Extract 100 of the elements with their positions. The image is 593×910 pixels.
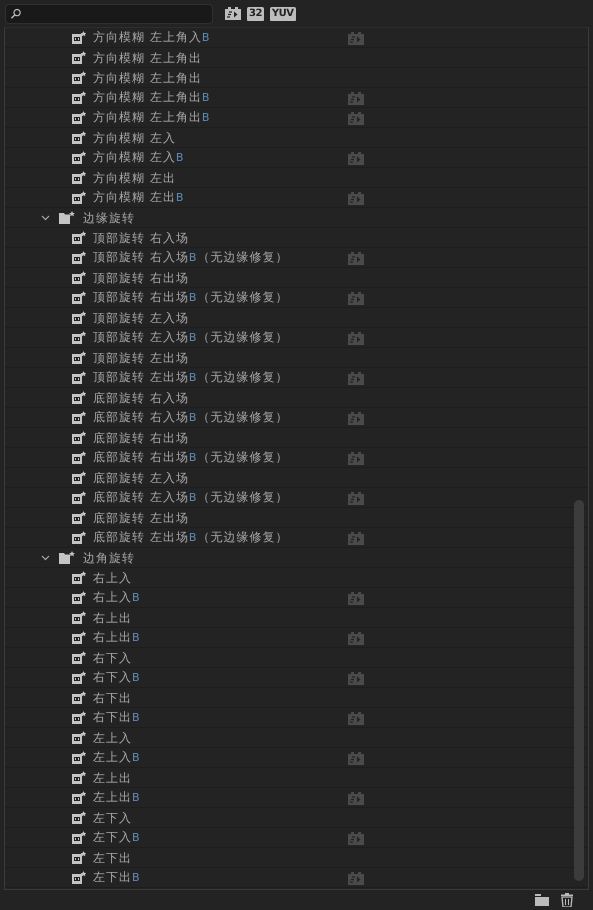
accelerated-effect-icon[interactable] (348, 372, 364, 385)
effect-icon (72, 771, 86, 784)
effect-icon (72, 811, 86, 824)
effect-name: 顶部旋转 右入场 (93, 230, 189, 246)
scrollbar-thumb[interactable] (574, 500, 584, 881)
chevron-down-icon[interactable] (41, 553, 50, 562)
accelerated-effect-icon[interactable] (348, 832, 364, 845)
effect-row[interactable]: 底部旋转 右出场 (5, 428, 588, 448)
effect-row[interactable]: 底部旋转 右入场 B（无边缘修复） (5, 408, 588, 428)
new-folder-icon[interactable] (535, 894, 549, 906)
effect-name: 方向模糊 左上角出 (93, 50, 202, 66)
effect-row[interactable]: 方向模糊 左上角出 (5, 48, 588, 68)
accelerated-effect-icon[interactable] (348, 672, 364, 685)
effect-name: 左下入 (93, 810, 132, 826)
accelerated-effect-icon[interactable] (348, 492, 364, 505)
toolbar-toggle[interactable]: YUV (270, 6, 296, 20)
effect-row[interactable]: 方向模糊 左入 (5, 128, 588, 148)
effect-row[interactable]: 底部旋转 右入场 (5, 388, 588, 408)
effect-name: 右上入 (93, 570, 132, 586)
accelerated-effect-icon[interactable] (348, 532, 364, 545)
effect-row[interactable]: 顶部旋转 右出场 B（无边缘修复） (5, 288, 588, 308)
effect-row[interactable]: 顶部旋转 右入场 (5, 228, 588, 248)
accelerated-effect-icon[interactable] (348, 872, 364, 885)
folder-name: 边缘旋转 (83, 210, 135, 226)
effect-icon (72, 591, 86, 604)
effect-name: 顶部旋转 左出场 B（无边缘修复） (93, 369, 288, 386)
effect-name: 底部旋转 右出场 B（无边缘修复） (93, 449, 288, 466)
effect-row[interactable]: 方向模糊 左上角出 B (5, 88, 588, 108)
effect-row[interactable]: 顶部旋转 左出场 B（无边缘修复） (5, 368, 588, 388)
effect-row[interactable]: 方向模糊 左入 B (5, 148, 588, 168)
effect-icon (72, 471, 86, 484)
search-field[interactable] (5, 4, 213, 24)
folder-row[interactable]: 边缘旋转 (5, 208, 588, 228)
effect-name: 左下出 (93, 850, 132, 866)
effect-row[interactable]: 方向模糊 左出 (5, 168, 588, 188)
effect-icon (72, 831, 86, 844)
effect-row[interactable]: 顶部旋转 左入场 B（无边缘修复） (5, 328, 588, 348)
accelerated-effect-icon[interactable] (348, 712, 364, 725)
effect-row[interactable]: 顶部旋转 右出场 (5, 268, 588, 288)
accelerated-effect-icon[interactable] (348, 252, 364, 265)
effect-icon (72, 71, 86, 84)
effect-name: 顶部旋转 右出场 B（无边缘修复） (93, 289, 288, 306)
effect-row[interactable]: 方向模糊 左出 B (5, 188, 588, 208)
effect-icon (72, 191, 86, 204)
effect-row[interactable]: 方向模糊 左上角入 B (5, 28, 588, 48)
effect-name: 底部旋转 右出场 (93, 430, 189, 446)
effect-row[interactable]: 底部旋转 右出场 B（无边缘修复） (5, 448, 588, 468)
folder-name: 边角旋转 (83, 550, 135, 566)
effect-name: 左上出 B (93, 789, 141, 806)
effect-icon (72, 171, 86, 184)
accelerated-effect-icon[interactable] (348, 792, 364, 805)
effect-name: 右下出 B (93, 709, 141, 726)
effect-name: 底部旋转 左出场 B（无边缘修复） (93, 529, 288, 546)
effect-name: 底部旋转 右入场 (93, 390, 189, 406)
toolbar-toggle[interactable]: 32 (247, 6, 264, 20)
effect-icon (72, 131, 86, 144)
effect-icon (72, 31, 86, 44)
accelerated-effect-icon[interactable] (348, 152, 364, 165)
effect-name: 右上出 (93, 610, 132, 626)
effect-icon (72, 291, 86, 304)
search-icon (10, 8, 22, 20)
accelerated-effect-icon[interactable] (348, 752, 364, 765)
accelerated-effect-icon[interactable] (348, 412, 364, 425)
accelerated-effect-icon[interactable] (348, 92, 364, 105)
accelerated-effect-icon[interactable] (348, 192, 364, 205)
accelerated-effect-icon[interactable] (348, 632, 364, 645)
effect-name: 顶部旋转 左入场 B（无边缘修复） (93, 329, 288, 346)
effect-icon (72, 711, 86, 724)
trash-icon[interactable] (561, 893, 573, 907)
effect-icon (72, 871, 86, 884)
effect-icon (72, 151, 86, 164)
effect-name: 方向模糊 左出 B (93, 189, 184, 206)
effect-icon (72, 271, 86, 284)
effect-row[interactable]: 底部旋转 左入场 B（无边缘修复） (5, 488, 588, 508)
effect-row[interactable]: 底部旋转 左入场 (5, 468, 588, 488)
effect-row[interactable]: 顶部旋转 左出场 (5, 348, 588, 368)
effect-name: 方向模糊 左上角出 B (93, 89, 210, 106)
accelerated-effect-icon[interactable] (348, 32, 364, 45)
accelerated-effect-icon[interactable] (348, 332, 364, 345)
effect-icon (72, 51, 86, 64)
accelerated-effect-icon[interactable] (348, 292, 364, 305)
accelerated-effect-icon[interactable] (348, 592, 364, 605)
effect-icon (72, 691, 86, 704)
effect-icon (72, 251, 86, 264)
accelerated-effect-icon[interactable] (348, 112, 364, 125)
effect-icon (72, 491, 86, 504)
effect-name: 右下出 (93, 690, 132, 706)
effect-row[interactable]: 顶部旋转 右入场 B（无边缘修复） (5, 248, 588, 268)
chevron-down-icon[interactable] (41, 213, 50, 222)
effect-row[interactable]: 顶部旋转 左入场 (5, 308, 588, 328)
effect-name: 方向模糊 左上角出 (93, 70, 202, 86)
accelerated-effect-icon[interactable] (348, 452, 364, 465)
effect-row[interactable]: 方向模糊 左上角出 B (5, 108, 588, 128)
effect-name: 方向模糊 左上角出 B (93, 109, 210, 126)
effect-icon (72, 391, 86, 404)
effect-icon (72, 411, 86, 424)
effect-icon (72, 731, 86, 744)
effect-name: 方向模糊 左入 (93, 130, 176, 146)
effect-row[interactable]: 方向模糊 左上角出 (5, 68, 588, 88)
effect-name: 左上入 B (93, 749, 141, 766)
